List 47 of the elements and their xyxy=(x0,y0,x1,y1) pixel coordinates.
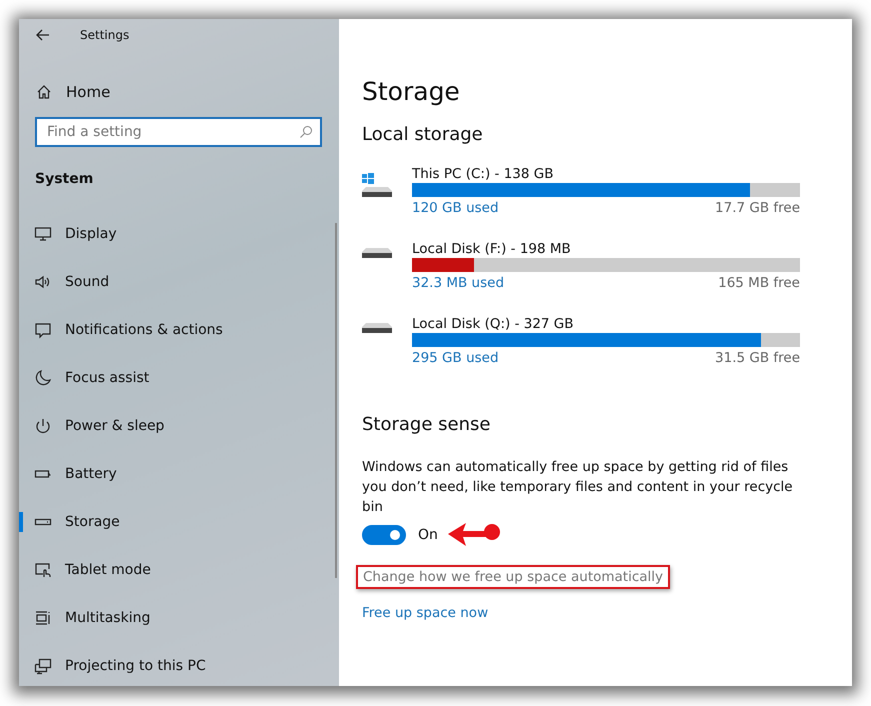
search-field[interactable]: Find a setting xyxy=(35,117,322,147)
home-link[interactable]: Home xyxy=(36,83,110,101)
drive-icon xyxy=(362,323,392,333)
drive-name: Local Disk (Q:) - 327 GB xyxy=(412,315,575,333)
section-heading: Local storage xyxy=(362,124,484,145)
change-settings-link[interactable]: Change how we free up space automatically xyxy=(356,565,670,589)
free-up-space-link[interactable]: Free up space now xyxy=(362,605,488,621)
used-link[interactable]: 120 GB used xyxy=(412,197,499,219)
screens-icon xyxy=(34,657,52,675)
power-icon xyxy=(34,417,52,435)
sidebar-item[interactable]: Display xyxy=(19,210,339,258)
back-arrow-icon[interactable] xyxy=(36,29,50,41)
home-icon xyxy=(36,84,52,100)
search-icon xyxy=(299,125,313,139)
speech-bubble-icon xyxy=(34,321,52,339)
free-space-text: 165 MB free xyxy=(718,274,800,293)
page-title: Storage xyxy=(362,77,461,106)
description-text: Windows can automatically free up space by getting rid of files you don’t need, like temporary files and content in your recycle bin xyxy=(362,458,794,517)
sidebar-item[interactable]: Notifications & actions xyxy=(19,306,339,354)
drive-name: This PC (C:) - 138 GB xyxy=(412,165,554,183)
sidebar-item[interactable]: Power & sleep xyxy=(19,402,339,450)
sidebar-item[interactable]: Focus assist xyxy=(19,354,339,402)
drive-icon xyxy=(362,187,392,197)
free-space-text: 31.5 GB free xyxy=(715,349,800,368)
used-link[interactable]: 295 GB used xyxy=(412,347,499,369)
sidebar-item[interactable]: Projecting to this PC xyxy=(19,642,339,686)
sidebar-item[interactable]: Storage xyxy=(19,498,339,546)
section-heading: Storage sense xyxy=(362,414,492,435)
tablet-hand-icon xyxy=(34,561,52,579)
sidebar-item[interactable]: Multitasking xyxy=(19,594,339,642)
window-title: Settings xyxy=(80,28,130,42)
sidebar-item[interactable]: Battery xyxy=(19,450,339,498)
moon-icon xyxy=(34,369,52,387)
used-link[interactable]: 32.3 MB used xyxy=(412,272,504,294)
toggle-switch[interactable] xyxy=(362,525,406,545)
drive-icon xyxy=(362,248,392,258)
sidebar-item[interactable]: Tablet mode xyxy=(19,546,339,594)
speaker-icon xyxy=(34,273,52,291)
drive-name: Local Disk (F:) - 198 MB xyxy=(412,240,572,258)
sidebar-item[interactable]: Sound xyxy=(19,258,339,306)
monitor-icon xyxy=(34,225,52,243)
scroll-bar[interactable] xyxy=(335,223,337,578)
windows-stack-icon xyxy=(34,609,52,627)
windows-logo-icon xyxy=(362,173,376,185)
section-heading: System xyxy=(35,171,94,187)
toggle-label: On xyxy=(418,527,438,543)
free-space-text: 17.7 GB free xyxy=(715,199,800,218)
